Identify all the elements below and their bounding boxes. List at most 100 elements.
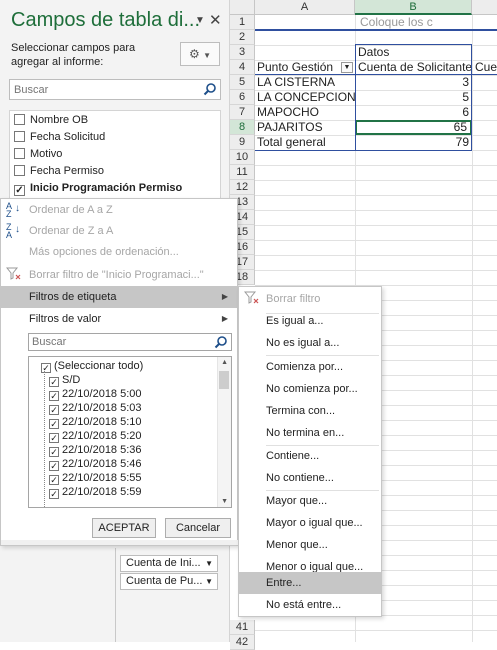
cancel-button[interactable]: Cancelar	[165, 518, 231, 538]
cell-punto[interactable]: MAPOCHO	[257, 105, 319, 120]
list-item[interactable]: ✓ 22/10/2018 5:46	[49, 457, 142, 471]
submenu-item-contains[interactable]: Contiene...	[239, 445, 381, 467]
submenu-item-clear-filter[interactable]: Borrar filtro	[239, 288, 381, 310]
list-item-select-all[interactable]: ✓ (Seleccionar todo)	[41, 359, 143, 373]
submenu-item-not-equals[interactable]: No es igual a...	[239, 332, 381, 354]
menu-search-box[interactable]	[28, 333, 232, 351]
scroll-down-icon[interactable]: ▼	[221, 498, 228, 505]
column-header-c[interactable]	[472, 0, 497, 15]
cell-punto[interactable]: PAJARITOS	[257, 120, 323, 135]
menu-search-input[interactable]	[29, 334, 209, 350]
row-header[interactable]: 6	[230, 90, 255, 105]
field-item-nombre-ob[interactable]: Nombre OB	[14, 112, 88, 128]
accept-button[interactable]: ACEPTAR	[92, 518, 156, 538]
checkbox[interactable]	[14, 165, 25, 176]
checkbox-checked[interactable]: ✓	[49, 433, 59, 443]
list-item[interactable]: ✓ S/D	[49, 373, 80, 387]
menu-item-more-sort[interactable]: Más opciones de ordenación...	[1, 241, 237, 263]
field-search-box[interactable]	[9, 79, 221, 100]
field-item-inicio-programacion[interactable]: ✓ Inicio Programación Permiso	[14, 180, 182, 196]
chevron-down-icon[interactable]: ▼	[195, 15, 205, 26]
submenu-item-ends-with[interactable]: Termina con...	[239, 400, 381, 422]
row-header[interactable]: 10	[230, 150, 255, 165]
clear-filter-icon	[243, 291, 262, 307]
chevron-down-icon[interactable]: ▼	[205, 556, 213, 571]
sort-az-icon: A Z ↓	[6, 201, 20, 219]
scroll-up-icon[interactable]: ▲	[221, 359, 228, 366]
submenu-item-greater[interactable]: Mayor que...	[239, 490, 381, 512]
chevron-down-icon: ▼	[203, 51, 212, 60]
row-header[interactable]: 1	[230, 15, 255, 30]
header-next-column[interactable]: Cue	[475, 60, 497, 75]
checkbox-checked[interactable]: ✓	[49, 419, 59, 429]
column-header-a[interactable]: A	[255, 0, 355, 15]
field-label: Fecha Solicitud	[30, 131, 106, 143]
resize-grip[interactable]	[1, 540, 239, 545]
submenu-item-not-ends-with[interactable]: No termina en...	[239, 422, 381, 444]
list-item[interactable]: ✓ 22/10/2018 5:20	[49, 429, 142, 443]
row-header[interactable]: 4	[230, 60, 255, 75]
gear-dropdown-button[interactable]: ⚙ ▼	[180, 42, 220, 66]
values-area-item[interactable]: Cuenta de Ini... ▼	[120, 555, 218, 572]
menu-item-sort-az[interactable]: A Z ↓ Ordenar de A a Z	[1, 199, 237, 221]
field-item-motivo[interactable]: Motivo	[14, 146, 62, 162]
row-header[interactable]: 7	[230, 105, 255, 120]
row-header[interactable]: 41	[230, 620, 255, 635]
list-item[interactable]: ✓ 22/10/2018 5:36	[49, 443, 142, 457]
row-header[interactable]: 42	[230, 635, 255, 650]
scrollbar-thumb[interactable]	[219, 371, 229, 389]
submenu-item-between[interactable]: Entre...	[239, 572, 381, 594]
checkbox-checked[interactable]: ✓	[49, 461, 59, 471]
menu-item-sort-za[interactable]: Z A ↓ Ordenar de Z a A	[1, 220, 237, 242]
checkbox-checked[interactable]: ✓	[49, 405, 59, 415]
row-header[interactable]: 3	[230, 45, 255, 60]
scrollbar[interactable]: ▲ ▼	[217, 357, 231, 507]
field-search-input[interactable]	[10, 80, 195, 99]
checkbox-checked[interactable]: ✓	[41, 363, 51, 373]
filter-values-list[interactable]: ✓ (Seleccionar todo) ✓ S/D ✓ 22/10/2018 5:0…	[28, 356, 232, 508]
checkbox-checked[interactable]: ✓	[14, 185, 25, 196]
row-header[interactable]: 12	[230, 180, 255, 195]
menu-item-clear-filter[interactable]: Borrar filtro de "Inicio Programaci..."	[1, 264, 237, 286]
field-label: Nombre OB	[30, 114, 89, 126]
row-header[interactable]: 9	[230, 135, 255, 150]
row-header[interactable]: 2	[230, 30, 255, 45]
close-icon[interactable]: ✕	[209, 11, 222, 29]
submenu-item-not-contains[interactable]: No contiene...	[239, 467, 381, 489]
checkbox-checked[interactable]: ✓	[49, 475, 59, 485]
cell-punto[interactable]: LA CISTERNA	[257, 75, 335, 90]
submenu-item-greater-equal[interactable]: Mayor o igual que...	[239, 512, 381, 534]
list-item[interactable]: ✓ 22/10/2018 5:59	[49, 485, 142, 499]
menu-item-label-filters[interactable]: Filtros de etiqueta ▶	[1, 286, 237, 308]
row-header[interactable]: 5	[230, 75, 255, 90]
submenu-item-less[interactable]: Menor que...	[239, 534, 381, 556]
checkbox-checked[interactable]: ✓	[49, 447, 59, 457]
checkbox-checked[interactable]: ✓	[49, 489, 59, 499]
field-item-fecha-solicitud[interactable]: Fecha Solicitud	[14, 129, 105, 145]
column-header-b[interactable]: B	[355, 0, 472, 15]
menu-item-value-filters[interactable]: Filtros de valor ▶	[1, 308, 237, 330]
list-item[interactable]: ✓ 22/10/2018 5:55	[49, 471, 142, 485]
checkbox-checked[interactable]: ✓	[49, 391, 59, 401]
checkbox[interactable]	[14, 148, 25, 159]
chevron-down-icon[interactable]: ▼	[205, 574, 213, 589]
row-header[interactable]: 11	[230, 165, 255, 180]
submenu-item-begins-with[interactable]: Comienza por...	[239, 356, 381, 378]
filter-dropdown-icon[interactable]: ▼	[341, 62, 353, 73]
list-item[interactable]: ✓ 22/10/2018 5:00	[49, 387, 142, 401]
list-item[interactable]: ✓ 22/10/2018 5:10	[49, 415, 142, 429]
field-item-fecha-permiso[interactable]: Fecha Permiso	[14, 163, 104, 179]
cell-punto[interactable]: LA CONCEPCION	[257, 90, 356, 105]
cell-total-label[interactable]: Total general	[257, 135, 326, 150]
header-punto-gestion[interactable]: Punto Gestión ▼	[257, 60, 355, 75]
submenu-item-not-begins-with[interactable]: No comienza por...	[239, 378, 381, 400]
select-all-corner[interactable]	[230, 0, 255, 15]
submenu-item-equals[interactable]: Es igual a...	[239, 310, 381, 332]
checkbox[interactable]	[14, 114, 25, 125]
values-area-item[interactable]: Cuenta de Pu... ▼	[120, 573, 218, 590]
checkbox-checked[interactable]: ✓	[49, 377, 59, 387]
submenu-item-not-between[interactable]: No está entre...	[239, 594, 381, 616]
list-item[interactable]: ✓ 22/10/2018 5:03	[49, 401, 142, 415]
row-header-selected[interactable]: 8	[230, 120, 255, 135]
checkbox[interactable]	[14, 131, 25, 142]
